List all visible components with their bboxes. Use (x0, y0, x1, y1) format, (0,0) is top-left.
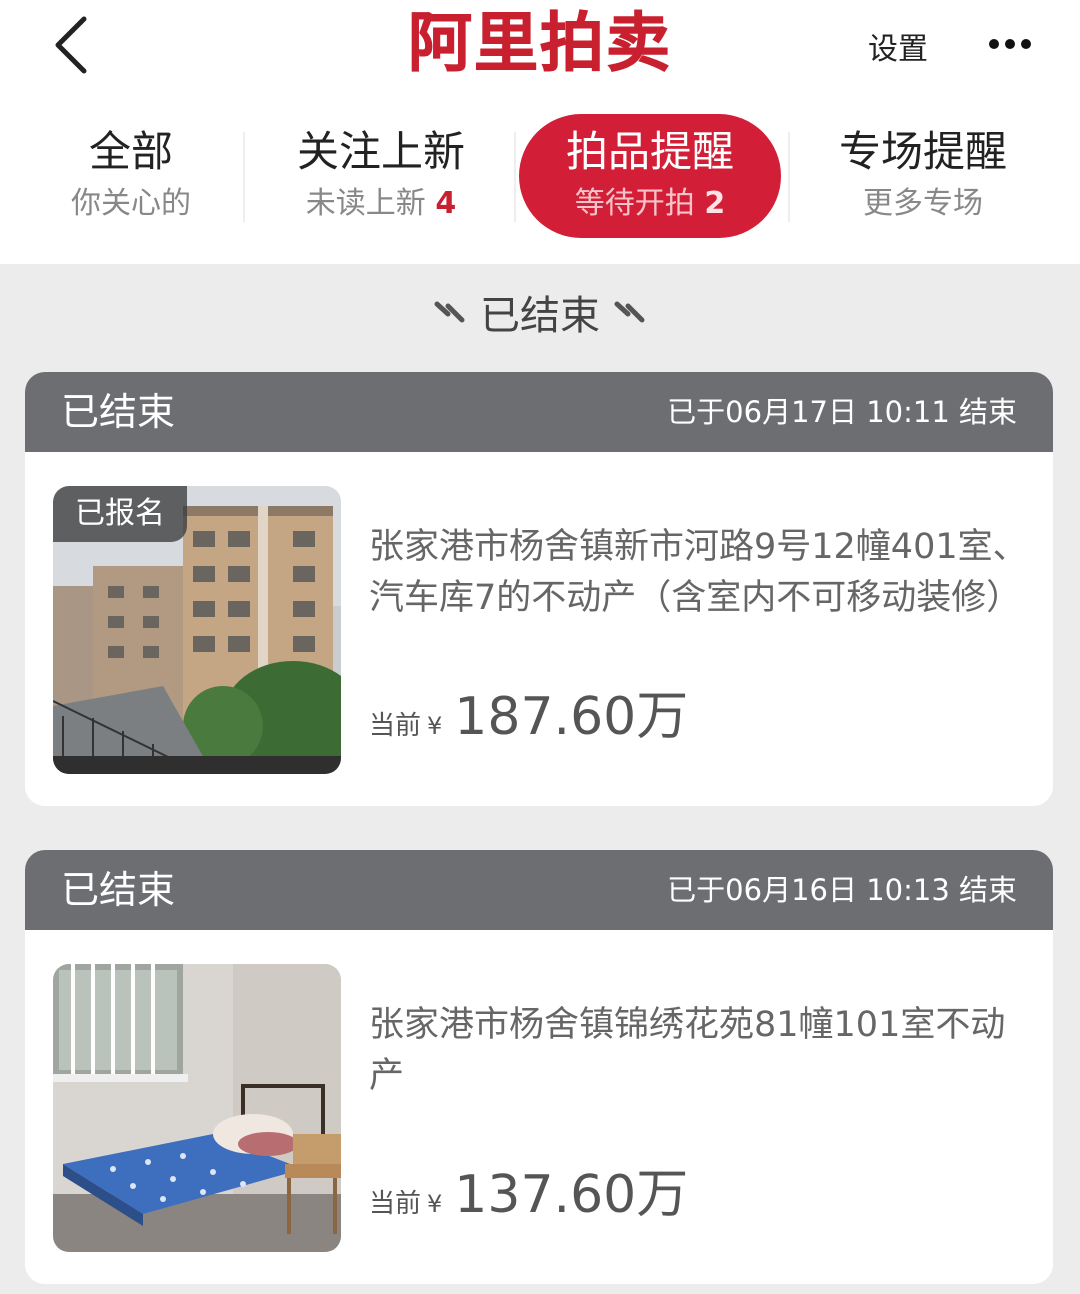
app-header: 阿里拍卖 设置 全部 你关心的 关注上新 未读上新 4 拍品提醒 等待开拍 2 … (0, 0, 1080, 264)
app-logo: 阿里拍卖 (408, 7, 672, 82)
tab-title: 拍品提醒 (565, 127, 734, 176)
current-price: 137.60万 (454, 1165, 689, 1225)
tab-title: 关注上新 (296, 127, 465, 176)
card-status-bar: 已结束 已于06月17日 10:11 结束 (25, 372, 1053, 452)
tab-subtitle-text: 等待开拍 (574, 186, 695, 221)
tab-divider (788, 132, 790, 222)
card-status: 已结束 (61, 868, 176, 912)
price-label: 当前 (369, 711, 422, 741)
section-heading-text: 已结束 (480, 293, 600, 339)
current-price: 187.60万 (454, 687, 689, 747)
tab-session-reminders[interactable]: 专场提醒 更多专场 (792, 112, 1054, 242)
item-title[interactable]: 张家港市杨舍镇锦绣花苑81幢101室不动产 (369, 1000, 1029, 1102)
tab-subtitle: 更多专场 (792, 184, 1054, 224)
tab-title: 全部 (88, 127, 173, 176)
slash-deco-icon (614, 301, 645, 323)
chevron-left-icon (55, 16, 87, 74)
slash-deco-icon (434, 301, 465, 323)
end-time: 已于06月16日 10:13 结束 (667, 873, 1017, 907)
currency-symbol: ¥ (427, 1190, 443, 1218)
tab-bar: 全部 你关心的 关注上新 未读上新 4 拍品提醒 等待开拍 2 专场提醒 更多专… (0, 112, 1080, 242)
auction-card[interactable]: 已结束 已于06月16日 10:13 结束 张家港市杨舍镇锦绣花苑81幢101室… (25, 850, 1053, 1284)
card-body: 已报名 张家港市杨舍镇新市河路9号12幢401室、汽车库7的不动产（含室内不可移… (25, 452, 1053, 806)
back-button[interactable] (40, 12, 100, 78)
tab-subtitle: 你关心的 (0, 184, 262, 224)
price-row: 当前 ¥ 187.60万 (369, 674, 688, 749)
auction-card[interactable]: 已结束 已于06月17日 10:11 结束 已报名 张家港市杨舍镇新市河路9号1… (25, 372, 1053, 806)
registered-badge: 已报名 (53, 486, 187, 542)
tab-subtitle-text: 更多专场 (863, 186, 983, 221)
tab-subtitle: 未读上新 4 (250, 184, 512, 224)
tab-title: 专场提醒 (838, 127, 1007, 176)
card-status: 已结束 (61, 390, 176, 434)
currency-symbol: ¥ (427, 712, 443, 740)
bedroom-interior-photo (53, 964, 341, 1252)
card-body: 张家港市杨舍镇锦绣花苑81幢101室不动产 当前 ¥ 137.60万 (25, 930, 1053, 1284)
settings-link[interactable]: 设置 (868, 24, 928, 68)
unread-count: 4 (435, 186, 457, 221)
more-options-button[interactable] (980, 26, 1040, 62)
waiting-count: 2 (704, 186, 726, 221)
tab-subtitle-text: 你关心的 (71, 186, 191, 221)
tab-all[interactable]: 全部 你关心的 (0, 112, 262, 242)
price-row: 当前 ¥ 137.60万 (369, 1152, 688, 1227)
more-dots-icon (989, 39, 1031, 49)
price-label: 当前 (369, 1189, 422, 1219)
tab-follow-new[interactable]: 关注上新 未读上新 4 (250, 112, 512, 242)
section-heading: 已结束 (0, 282, 1080, 342)
tab-subtitle: 等待开拍 2 (519, 184, 781, 224)
tab-divider (514, 132, 516, 222)
end-time: 已于06月17日 10:11 结束 (667, 395, 1017, 429)
tab-divider (243, 132, 245, 222)
tab-item-reminders[interactable]: 拍品提醒 等待开拍 2 (519, 112, 781, 242)
property-thumbnail[interactable] (53, 964, 341, 1252)
tab-subtitle-text: 未读上新 (305, 186, 426, 221)
property-thumbnail[interactable]: 已报名 (53, 486, 341, 774)
card-status-bar: 已结束 已于06月16日 10:13 结束 (25, 850, 1053, 930)
item-title[interactable]: 张家港市杨舍镇新市河路9号12幢401室、汽车库7的不动产（含室内不可移动装修） (369, 522, 1029, 624)
